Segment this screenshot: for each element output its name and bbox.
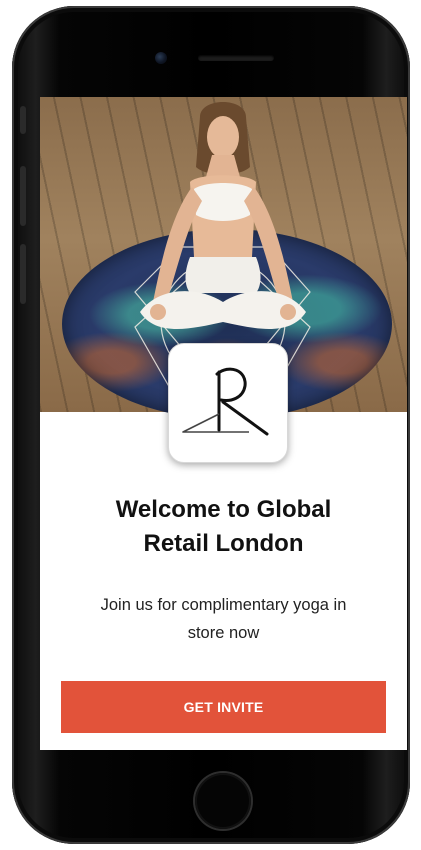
welcome-subtitle-line-1: Join us for complimentary yoga in: [100, 596, 347, 614]
home-button-icon[interactable]: [195, 773, 251, 829]
welcome-title-line-1: Welcome to Global: [115, 496, 332, 523]
volume-down-button: [20, 244, 26, 304]
earpiece-speaker: [198, 55, 274, 61]
welcome-subtitle: Join us for complimentary yoga in store …: [60, 591, 387, 647]
app-screen: Welcome to Global Retail London Join us …: [40, 97, 407, 750]
front-camera-icon: [155, 52, 167, 64]
welcome-subtitle-line-2: store now: [187, 624, 260, 642]
mute-switch: [20, 106, 26, 134]
volume-up-button: [20, 166, 26, 226]
welcome-title-line-2: Retail London: [143, 530, 304, 557]
brand-logo-card: [168, 343, 288, 463]
hanger-r-logo-icon: [182, 367, 269, 436]
welcome-title: Welcome to Global Retail London: [40, 493, 407, 561]
get-invite-button[interactable]: GET INVITE: [61, 681, 386, 733]
